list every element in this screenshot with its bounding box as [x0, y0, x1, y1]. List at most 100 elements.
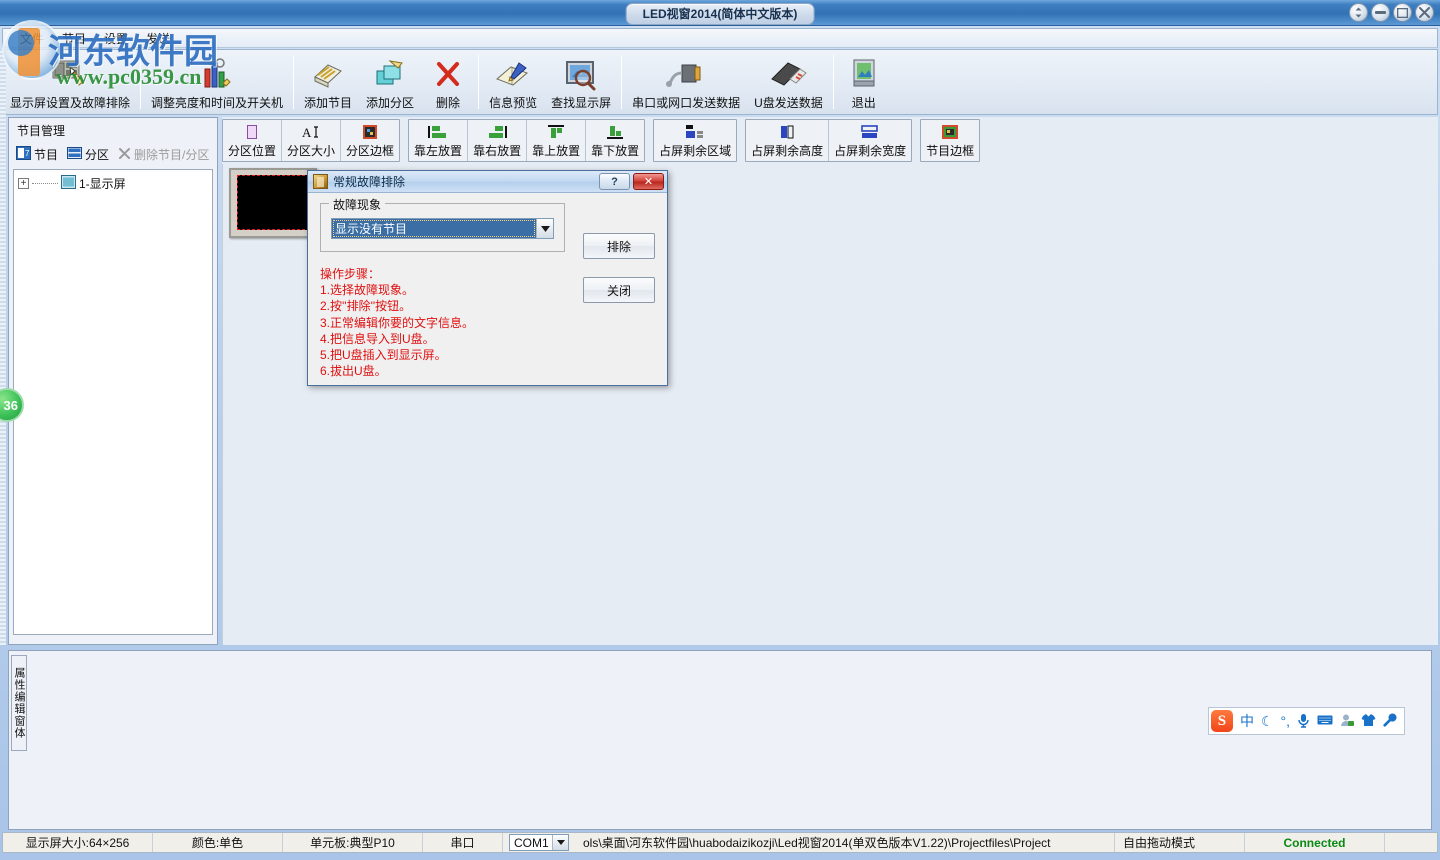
tool-partition-position[interactable]: 分区位置 — [223, 120, 283, 161]
toolbar-add-partition-label: 添加分区 — [366, 96, 415, 110]
program-border-icon — [941, 123, 959, 141]
chevron-down-icon[interactable] — [552, 835, 568, 850]
menu-settings[interactable]: 设置 — [95, 28, 137, 49]
panel-delete-label: 删除节目/分区 — [134, 148, 210, 162]
menu-file[interactable]: 文件 — [11, 28, 53, 49]
tool-program-border-label: 节目边框 — [926, 144, 975, 158]
screen-settings-icon — [50, 55, 90, 93]
close-button[interactable]: 关闭 — [583, 277, 655, 303]
toolbar-serial-send-label: 串口或网口发送数据 — [632, 96, 741, 110]
tool-align-left[interactable]: 靠左放置 — [409, 120, 469, 161]
add-program-icon — [310, 55, 346, 93]
toolbar-preview-label: 信息预览 — [489, 96, 538, 110]
tool-fill-area[interactable]: 占屏剩余区域 — [654, 120, 736, 161]
dialog-title: 常规故障排除 — [333, 175, 406, 189]
toolbar-usb-send-label: U盘发送数据 — [754, 96, 823, 110]
layout-group-partition: 分区位置 A 分区大小 分区边框 — [222, 119, 401, 162]
usb-send-icon — [766, 55, 810, 93]
dialog-help-button[interactable]: ? — [599, 173, 630, 190]
fault-phenomenon-combo[interactable]: 显示没有节目 — [331, 218, 554, 239]
ime-punctuation-icon[interactable]: °, — [1281, 714, 1291, 728]
tool-partition-border-label: 分区边框 — [346, 144, 395, 158]
tool-align-right-label: 靠右放置 — [473, 144, 522, 158]
tool-partition-border[interactable]: 分区边框 — [341, 120, 399, 161]
ime-voice-icon[interactable] — [1297, 713, 1310, 730]
step-6: 6.拔出U盘。 — [320, 364, 387, 379]
toolbar-delete[interactable]: 删除 — [421, 50, 475, 114]
panel-add-partition[interactable]: 分区 — [64, 145, 112, 164]
ime-chinese-mode-icon[interactable]: 中 — [1240, 714, 1254, 728]
window-controls — [1349, 3, 1434, 22]
port-select-value[interactable]: COM1 — [510, 835, 552, 850]
troubleshoot-icon — [313, 174, 328, 189]
toolbar-find-screen[interactable]: 查找显示屏 — [544, 50, 618, 114]
menu-send[interactable]: 发送 — [137, 28, 179, 49]
panel-add-partition-label: 分区 — [85, 148, 110, 162]
dialog-title-bar[interactable]: 常规故障排除 ? ✕ — [308, 171, 667, 193]
tool-program-border[interactable]: 节目边框 — [921, 120, 979, 161]
fault-phenomenon-value[interactable]: 显示没有节目 — [332, 219, 536, 238]
layout-group-program-border: 节目边框 — [920, 119, 981, 162]
tool-fill-width[interactable]: 占屏剩余宽度 — [829, 120, 911, 161]
toolbar-add-partition[interactable]: 添加分区 — [359, 50, 421, 114]
sogou-logo-icon[interactable]: S — [1210, 710, 1233, 732]
eliminate-button[interactable]: 排除 — [583, 233, 655, 259]
left-edge-strip — [0, 49, 6, 645]
toolbar-group-exit: 退出 — [837, 50, 891, 114]
tool-align-right[interactable]: 靠右放置 — [468, 120, 528, 161]
tree-node-screen1[interactable]: + 1-显示屏 — [18, 175, 208, 192]
step-3: 3.正常编辑你要的文字信息。 — [320, 315, 475, 330]
menu-program[interactable]: 节目 — [53, 28, 95, 49]
align-bottom-icon — [605, 123, 625, 141]
tree-node-label: 1-显示屏 — [79, 177, 126, 191]
panel-toolbar: 7 节目 分区 删除节目/分区 — [9, 143, 217, 166]
tool-partition-position-label: 分区位置 — [228, 144, 277, 158]
ime-tools-icon[interactable] — [1383, 713, 1397, 729]
ime-keyboard-icon[interactable] — [1317, 714, 1333, 728]
delete-icon — [433, 55, 463, 93]
toolbar-serial-send[interactable]: 串口或网口发送数据 — [625, 50, 747, 114]
status-mode: 自由拖动模式 — [1115, 833, 1245, 852]
ime-skin-icon[interactable] — [1361, 713, 1376, 729]
toolbar-screen-settings[interactable]: 显示屏设置及故障排除 — [3, 50, 137, 114]
tool-fill-height[interactable]: 占屏剩余高度 — [746, 120, 830, 161]
toolbar-group-screen: 显示屏设置及故障排除 — [3, 50, 137, 114]
serial-network-send-icon — [662, 55, 710, 93]
status-port-select-cell: COM1 — [503, 833, 575, 852]
toolbar-preview[interactable]: 信息预览 — [482, 50, 544, 114]
minimize-button[interactable] — [1371, 3, 1390, 22]
toolbar-exit[interactable]: 退出 — [837, 50, 891, 114]
toolbar-separator — [832, 55, 834, 109]
tool-align-top[interactable]: 靠上放置 — [527, 120, 587, 161]
toolbar-group-view: 信息预览 查找显示屏 — [482, 50, 618, 114]
port-select[interactable]: COM1 — [509, 834, 569, 851]
ime-moon-icon[interactable]: ☾ — [1261, 714, 1274, 728]
toolbar-screen-settings-label: 显示屏设置及故障排除 — [10, 96, 131, 110]
close-button[interactable] — [1415, 3, 1434, 22]
panel-delete[interactable]: 删除节目/分区 — [115, 145, 212, 164]
led-screen-preview[interactable] — [237, 175, 310, 230]
shade-button[interactable] — [1349, 3, 1368, 22]
maximize-button[interactable] — [1393, 3, 1412, 22]
tool-partition-size[interactable]: A 分区大小 — [282, 120, 342, 161]
chevron-down-icon[interactable] — [536, 219, 553, 238]
svg-text:A: A — [302, 125, 312, 140]
panel-add-program[interactable]: 7 节目 — [13, 145, 61, 164]
tool-align-bottom[interactable]: 靠下放置 — [586, 120, 644, 161]
toolbar-usb-send[interactable]: U盘发送数据 — [747, 50, 830, 114]
svg-text:7: 7 — [25, 149, 30, 158]
toolbar-group-brightness: 调整亮度和时间及开关机 — [144, 50, 290, 114]
tool-align-top-label: 靠上放置 — [532, 144, 581, 158]
toolbar-add-program[interactable]: 添加节目 — [297, 50, 359, 114]
toolbar-brightness-time-label: 调整亮度和时间及开关机 — [151, 96, 284, 110]
ime-account-icon[interactable] — [1340, 713, 1354, 729]
toolbar-group-edit: 添加节目 添加分区 删除 — [297, 50, 475, 114]
tree-connector — [32, 183, 58, 184]
status-bar: 显示屏大小:64×256 颜色:单色 单元板:典型P10 串口 COM1 ols… — [2, 832, 1438, 853]
fill-remaining-height-icon — [777, 123, 797, 141]
program-tree[interactable]: + 1-显示屏 — [13, 169, 213, 635]
toolbar-brightness-time[interactable]: 调整亮度和时间及开关机 — [144, 50, 290, 114]
tree-expander-icon[interactable]: + — [18, 178, 29, 189]
led-preview-frame[interactable] — [229, 168, 317, 238]
dialog-close-icon[interactable]: ✕ — [633, 173, 664, 190]
